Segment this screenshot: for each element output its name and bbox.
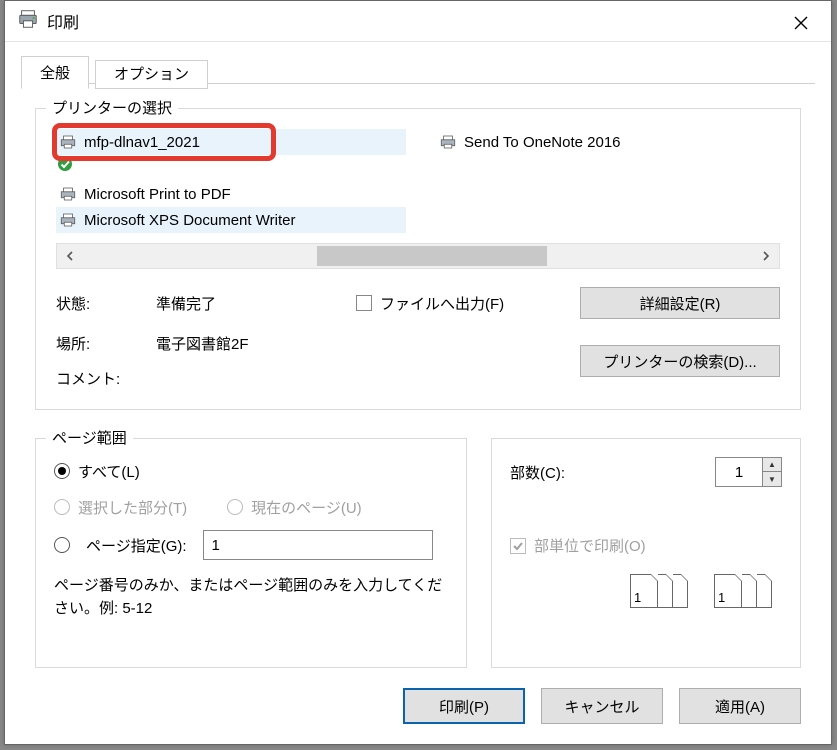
printer-select-group: プリンターの選択 mfp-dlnav1_2021 <box>35 108 801 410</box>
output-to-file-row[interactable]: ファイルへ出力(F) <box>356 293 580 314</box>
window-title: 印刷 <box>47 9 79 33</box>
lower-section: ページ範囲 すべて(L) 選択した部分(T) 現在のページ(U) <box>35 438 801 668</box>
printer-item[interactable]: Microsoft XPS Document Writer <box>56 207 406 233</box>
radio-icon[interactable] <box>54 463 70 479</box>
find-printer-button[interactable]: プリンターの検索(D)... <box>580 345 780 377</box>
checkbox-icon[interactable] <box>356 295 372 311</box>
printer-item-selected[interactable]: mfp-dlnav1_2021 <box>56 129 406 155</box>
radio-pages-label: ページ指定(G): <box>86 535 187 556</box>
checkbox-icon <box>510 538 526 554</box>
copies-label: 部数(C): <box>510 462 565 483</box>
print-button[interactable]: 印刷(P) <box>403 688 525 724</box>
find-printer-label: プリンターの検索(D)... <box>603 354 756 371</box>
printer-item[interactable]: Microsoft Print to PDF <box>56 181 436 207</box>
page-stack-icon: 3 2 1 <box>630 574 690 618</box>
tab-general-label: 全般 <box>40 65 70 82</box>
printer-list[interactable]: mfp-dlnav1_2021 Microsoft Print to PDF <box>56 129 780 233</box>
printer-icon <box>436 133 460 151</box>
scroll-left-icon[interactable] <box>57 244 83 268</box>
content-area: プリンターの選択 mfp-dlnav1_2021 <box>5 84 831 668</box>
default-check-icon <box>56 155 76 177</box>
printer-icon <box>17 8 39 34</box>
copies-input[interactable] <box>716 458 762 486</box>
scroll-right-icon[interactable] <box>753 244 779 268</box>
printer-label: Microsoft XPS Document Writer <box>80 212 295 229</box>
details-label: 詳細設定(R) <box>640 296 721 313</box>
tab-row: 全般 オプション <box>21 56 815 84</box>
apply-button-label: 適用(A) <box>715 699 765 716</box>
titlebar: 印刷 <box>5 1 831 42</box>
radio-pages[interactable]: ページ指定(G): <box>54 529 448 561</box>
collate-label: 部単位で印刷(O) <box>534 535 646 556</box>
radio-icon <box>227 499 243 515</box>
cancel-button[interactable]: キャンセル <box>541 688 663 724</box>
close-button[interactable] <box>771 1 831 45</box>
printer-icon <box>56 211 80 229</box>
radio-current: 現在のページ(U) <box>227 491 362 523</box>
page-range-group: ページ範囲 すべて(L) 選択した部分(T) 現在のページ(U) <box>35 438 467 668</box>
radio-selection: 選択した部分(T) <box>54 491 187 523</box>
cancel-button-label: キャンセル <box>564 699 639 716</box>
status-label: 状態: <box>56 293 156 314</box>
apply-button[interactable]: 適用(A) <box>679 688 801 724</box>
tab-options[interactable]: オプション <box>95 60 208 89</box>
tab-options-label: オプション <box>114 66 189 83</box>
scroll-thumb[interactable] <box>317 246 547 266</box>
status-value: 準備完了 <box>156 293 356 314</box>
radio-selection-label: 選択した部分(T) <box>78 497 187 518</box>
printer-label: Send To OneNote 2016 <box>460 134 621 151</box>
radio-current-label: 現在のページ(U) <box>251 497 362 518</box>
location-label: 場所: <box>56 333 156 354</box>
spin-up-icon[interactable]: ▲ <box>763 458 781 472</box>
page-range-hint: ページ番号のみか、またはページ範囲のみを入力してください。例: 5-12 <box>54 575 448 620</box>
printer-select-title: プリンターの選択 <box>46 97 178 118</box>
horizontal-scrollbar[interactable] <box>56 243 780 269</box>
copies-group: 部数(C): ▲ ▼ 部単位で印刷(O) <box>491 438 801 668</box>
radio-icon[interactable] <box>54 537 70 553</box>
printer-icon <box>56 185 80 203</box>
pages-input[interactable] <box>203 530 433 560</box>
comment-label: コメント: <box>56 368 156 389</box>
collate-illustration: 3 2 1 3 2 1 <box>510 574 782 618</box>
collate-row: 部単位で印刷(O) <box>510 535 782 556</box>
location-value: 電子図書館2F <box>156 333 356 354</box>
page-range-title: ページ範囲 <box>46 427 133 448</box>
output-to-file-label: ファイルへ出力(F) <box>380 293 504 314</box>
printer-network-icon <box>56 133 80 151</box>
dialog-footer: 印刷(P) キャンセル 適用(A) <box>5 668 831 744</box>
printer-item[interactable]: Send To OneNote 2016 <box>436 129 736 155</box>
radio-icon <box>54 499 70 515</box>
print-dialog: 印刷 全般 オプション プリンターの選択 mfp-dlnav1_2021 <box>4 0 832 745</box>
radio-all-label: すべて(L) <box>78 461 140 482</box>
page-stack-icon: 3 2 1 <box>714 574 774 618</box>
printer-label: Microsoft Print to PDF <box>80 186 231 203</box>
print-button-label: 印刷(P) <box>439 699 489 716</box>
spin-down-icon[interactable]: ▼ <box>763 472 781 486</box>
printer-status-grid: 状態: 準備完了 ファイルへ出力(F) 詳細設定(R) 場所: 電子図書館2F … <box>56 287 780 389</box>
radio-all[interactable]: すべて(L) <box>54 455 448 487</box>
printer-label: mfp-dlnav1_2021 <box>80 134 200 151</box>
details-button[interactable]: 詳細設定(R) <box>580 287 780 319</box>
copies-spinner[interactable]: ▲ ▼ <box>715 457 782 487</box>
tab-general[interactable]: 全般 <box>21 56 89 89</box>
